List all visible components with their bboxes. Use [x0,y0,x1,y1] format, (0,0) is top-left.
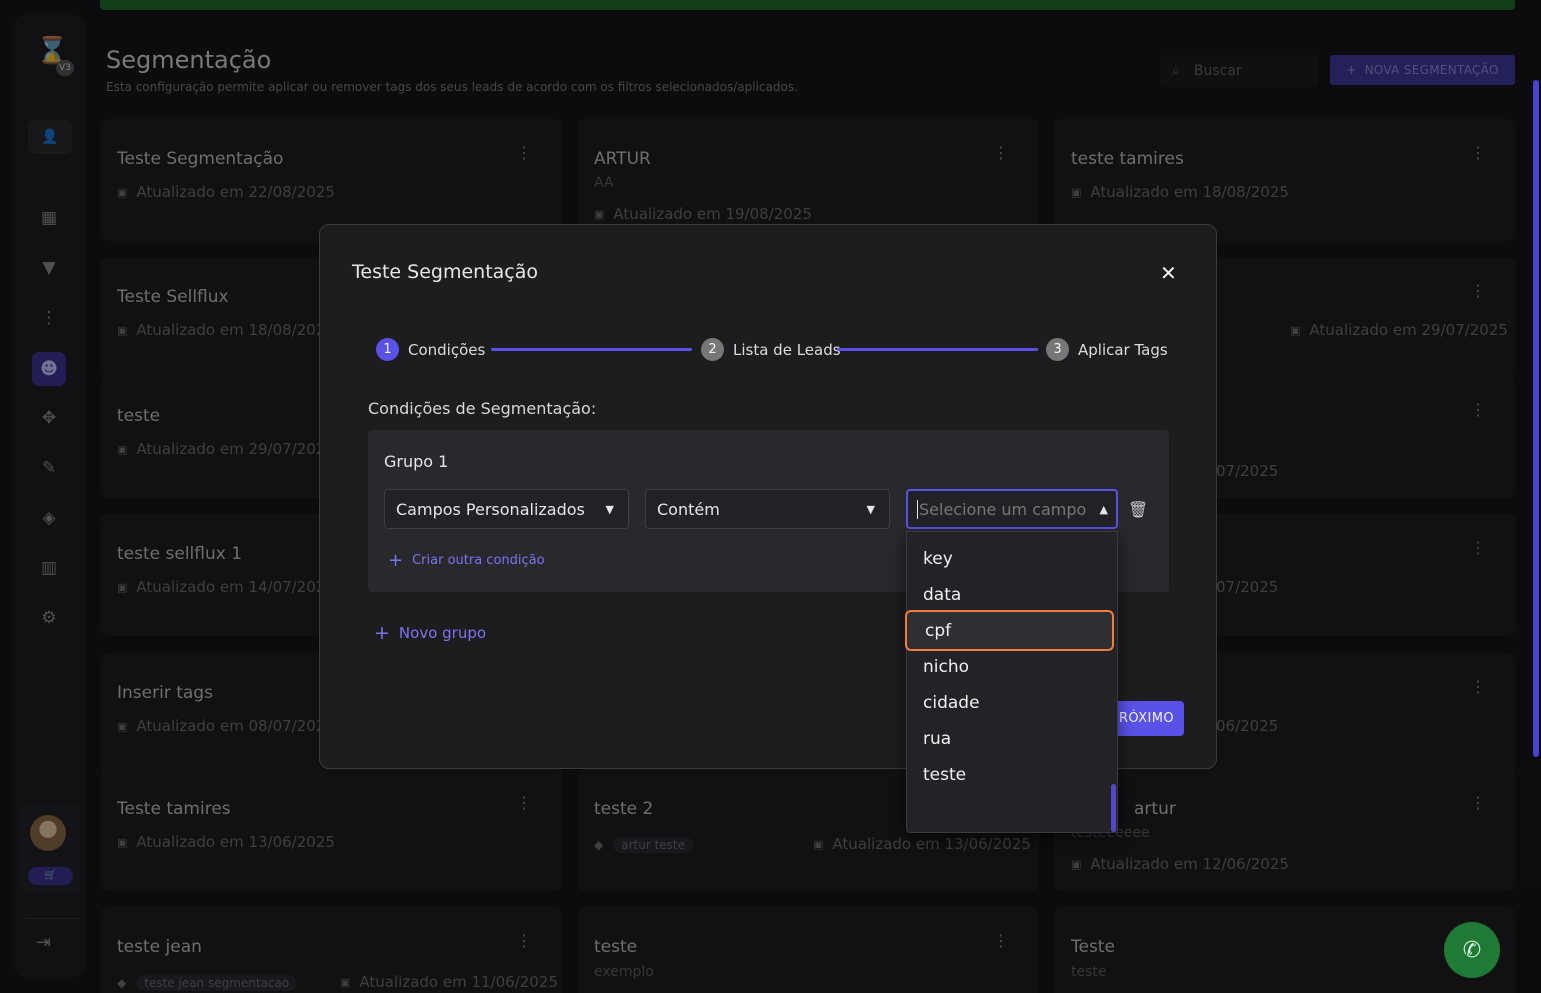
caret-down-icon: ▼ [605,502,614,516]
field-dropdown-menu: key data cpf nicho cidade rua teste [905,531,1118,833]
add-condition-button[interactable]: + Criar outra condição [388,550,545,571]
add-group-button[interactable]: + Novo grupo [374,622,486,644]
field-type-select[interactable]: Campos Personalizados ▼ [384,489,629,529]
step-apply-tags[interactable]: 3 Aplicar Tags [1046,338,1168,361]
section-label: Condições de Segmentação: [368,399,597,418]
step-leads-list[interactable]: 2 Lista de Leads [701,338,841,361]
dropdown-option[interactable]: key [907,541,1117,577]
close-icon[interactable]: ✕ [1160,261,1177,285]
next-button[interactable]: RÓXIMO [1110,701,1184,736]
page-scrollbar[interactable] [1533,80,1539,757]
plus-icon: + [388,550,404,571]
field-value-select[interactable]: Selecione um campo pe ▲ [906,489,1118,529]
step-connector [491,348,692,351]
operator-select[interactable]: Contém ▼ [645,489,890,529]
step-connector [837,348,1038,351]
dropdown-option[interactable]: nicho [907,649,1117,685]
caret-up-icon: ▲ [1099,502,1108,516]
step-conditions[interactable]: 1 Condições [376,338,485,361]
trash-icon[interactable]: 🗑 [1128,500,1148,519]
dropdown-option-highlighted[interactable]: cpf [905,610,1114,651]
dropdown-scrollbar[interactable] [1111,784,1116,832]
dropdown-option[interactable]: teste [907,757,1117,793]
dropdown-option[interactable]: rua [907,721,1117,757]
group-title: Grupo 1 [384,452,449,471]
dropdown-option[interactable]: cidade [907,685,1117,721]
plus-icon: + [374,622,390,644]
caret-down-icon: ▼ [866,502,875,516]
modal-title: Teste Segmentação [352,261,539,283]
whatsapp-icon[interactable]: ✆ [1444,922,1500,978]
dropdown-option[interactable]: data [907,577,1117,613]
